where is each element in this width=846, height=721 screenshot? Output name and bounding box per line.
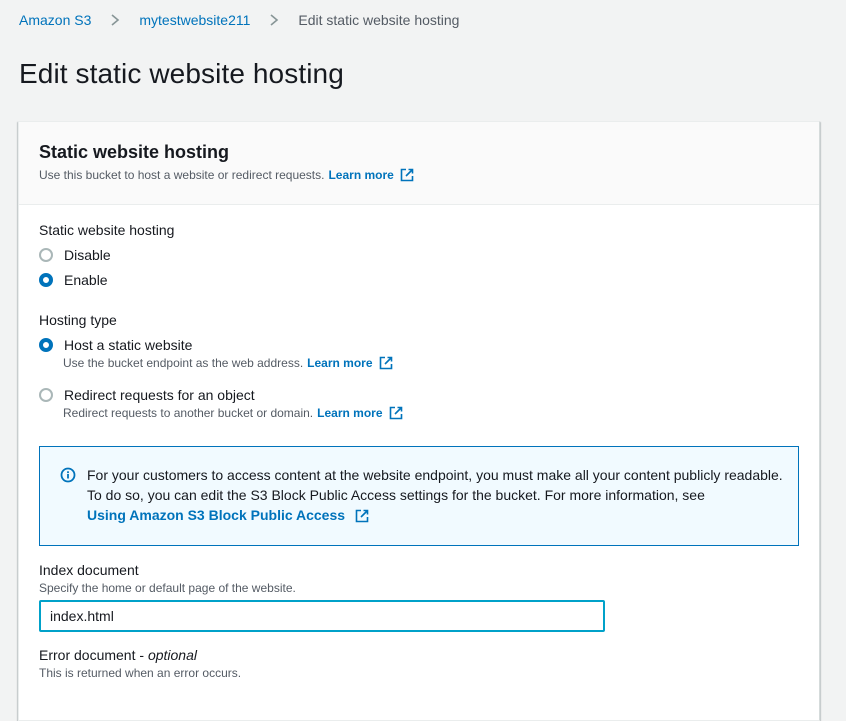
external-link-icon[interactable] [400,168,414,182]
block-public-access-link[interactable]: Using Amazon S3 Block Public Access [87,507,345,523]
static-website-hosting-panel: Static website hosting Use this bucket t… [18,121,820,721]
radio-button[interactable] [39,248,53,262]
info-alert: For your customers to access content at … [39,446,799,546]
radio-label: Host a static website [64,337,193,353]
learn-more-link[interactable]: Learn more [307,356,372,370]
radio-label: Disable [64,247,111,263]
radio-label: Enable [64,272,108,288]
optional-tag: optional [147,647,197,663]
external-link-icon[interactable] [389,406,403,420]
radio-button-selected[interactable] [39,338,53,352]
radio-redirect-requests[interactable]: Redirect requests for an object [39,387,255,403]
chevron-right-icon [105,10,125,30]
radio-button-selected[interactable] [39,273,53,287]
breadcrumb-item-amazon-s3[interactable]: Amazon S3 [19,12,91,28]
panel-header: Static website hosting Use this bucket t… [19,122,819,205]
chevron-right-icon [264,10,284,30]
panel-description: Use this bucket to host a website or red… [39,168,414,182]
radio-enable[interactable]: Enable [39,272,108,288]
radio-description-text: Use the bucket endpoint as the web addre… [63,356,304,370]
hosting-label: Static website hosting [39,222,175,238]
learn-more-link[interactable]: Learn more [328,168,393,182]
external-link-icon[interactable] [355,509,369,523]
radio-button[interactable] [39,388,53,402]
info-icon [60,467,76,483]
page-title: Edit static website hosting [19,58,344,89]
external-link-icon[interactable] [379,356,393,370]
error-document-label-text: Error document - [39,647,148,663]
breadcrumb-current: Edit static website hosting [298,12,460,28]
breadcrumb-item-bucket[interactable]: mytestwebsite211 [139,12,250,28]
radio-label: Redirect requests for an object [64,387,255,403]
error-document-description: This is returned when an error occurs. [39,666,242,680]
info-message: For your customers to access content at … [87,467,783,503]
index-document-description: Specify the home or default page of the … [39,581,296,595]
panel-title: Static website hosting [39,142,230,162]
index-document-input[interactable] [39,600,605,632]
panel-description-text: Use this bucket to host a website or red… [39,168,325,182]
radio-disable[interactable]: Disable [39,247,111,263]
radio-host-static-website[interactable]: Host a static website [39,337,192,353]
radio-description: Use the bucket endpoint as the web addre… [63,356,393,370]
error-document-label: Error document - optional [39,647,197,663]
radio-description: Redirect requests to another bucket or d… [63,406,403,420]
index-document-label: Index document [39,562,139,578]
info-text: For your customers to access content at … [87,465,787,525]
breadcrumb: Amazon S3 mytestwebsite211 Edit static w… [19,10,459,30]
radio-description-text: Redirect requests to another bucket or d… [63,406,314,420]
learn-more-link[interactable]: Learn more [317,406,382,420]
hosting-type-label: Hosting type [39,312,117,328]
